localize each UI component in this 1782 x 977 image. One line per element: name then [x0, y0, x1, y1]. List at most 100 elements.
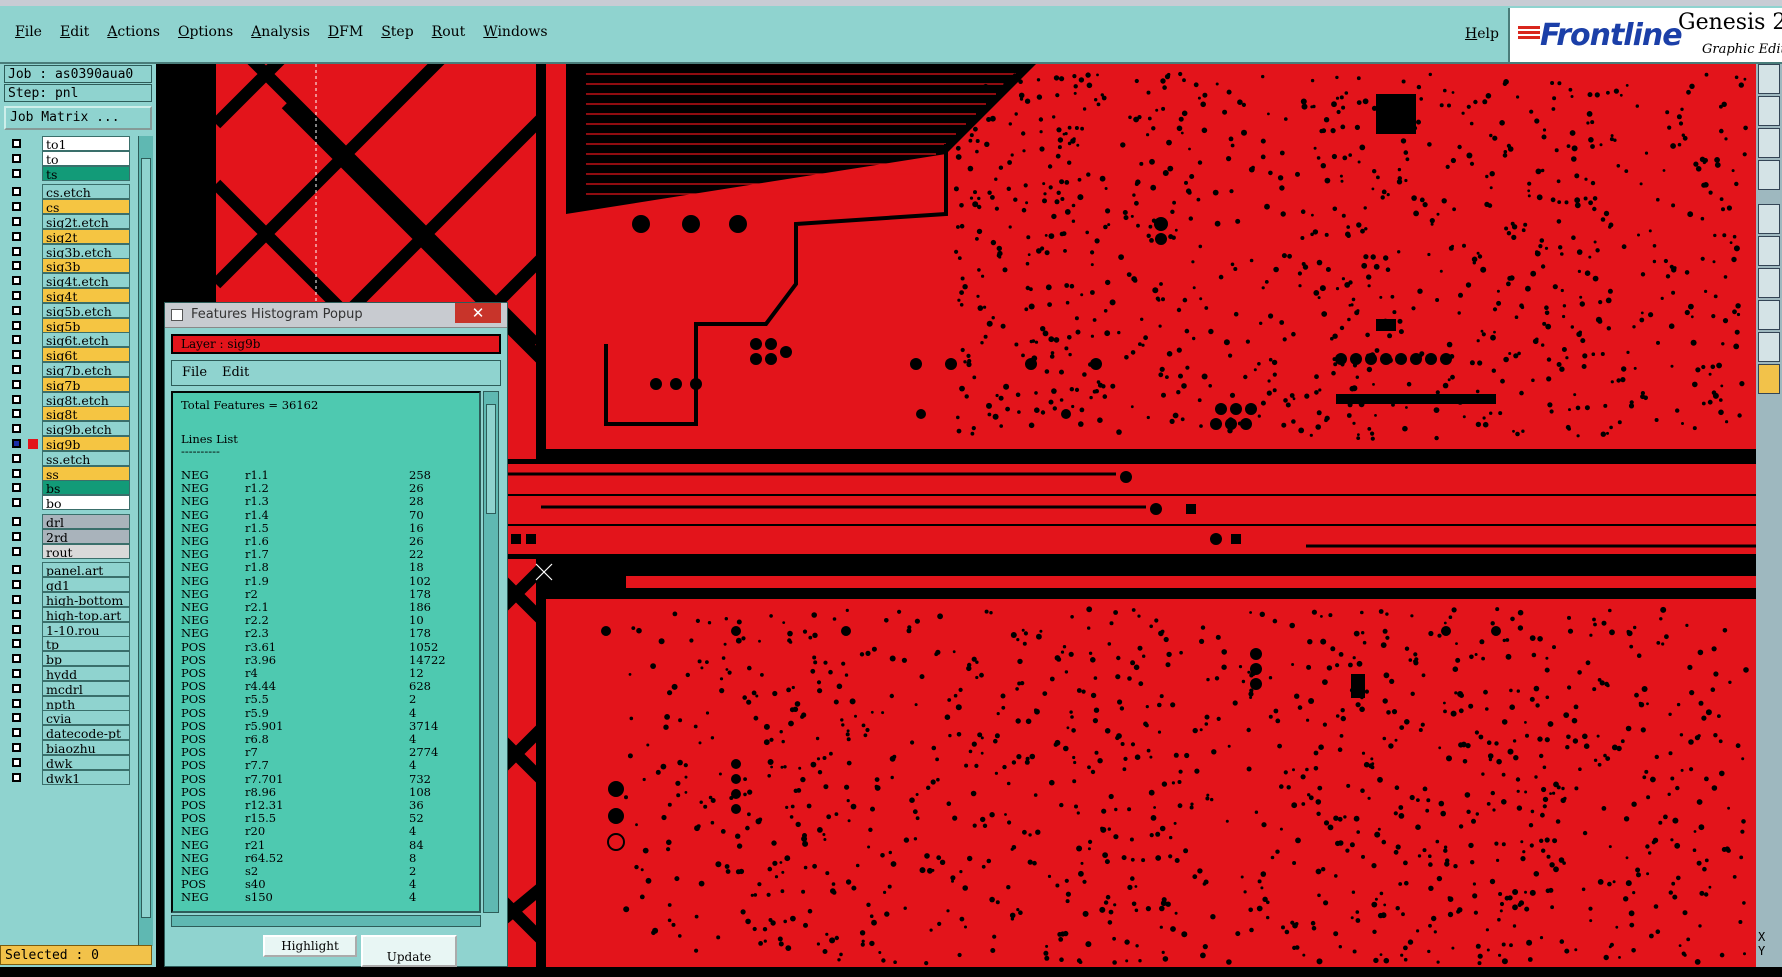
highlight-button[interactable]: Highlight [263, 935, 357, 957]
layer-row-tp[interactable]: tp [6, 636, 130, 652]
layer-checkbox[interactable] [12, 758, 21, 767]
menu-options[interactable]: Options [169, 22, 242, 42]
histogram-row[interactable]: NEG r1.6 26 [181, 535, 471, 548]
tool-button-7[interactable] [1758, 268, 1780, 298]
layer-checkbox[interactable] [12, 365, 21, 374]
histogram-row[interactable]: NEG r2.2 10 [181, 614, 471, 627]
layer-row-hydd[interactable]: hydd [6, 666, 130, 682]
histogram-row[interactable]: NEG r64.52 8 [181, 851, 471, 865]
layer-name[interactable]: panel.art [42, 562, 130, 577]
layer-row-drl[interactable]: drl [6, 514, 130, 530]
tool-button-3[interactable] [1758, 128, 1780, 158]
layer-row-high-top.art[interactable]: high-top.art [6, 607, 130, 623]
layer-name[interactable]: tp [42, 636, 130, 651]
layer-name[interactable]: rout [42, 544, 130, 559]
layer-checkbox[interactable] [12, 439, 21, 448]
layer-name[interactable]: drl [42, 514, 130, 529]
layer-checkbox[interactable] [12, 409, 21, 418]
layer-list-scrollbar[interactable] [138, 136, 153, 946]
scrollbar-thumb[interactable] [141, 158, 151, 918]
scrollbar-thumb[interactable] [486, 404, 496, 514]
histogram-row[interactable]: NEG r1.9 102 [181, 574, 471, 588]
histogram-row[interactable]: NEG r1.7 22 [181, 548, 471, 561]
tool-button-1[interactable] [1758, 64, 1780, 94]
layer-row-dwk[interactable]: dwk [6, 755, 130, 771]
layer-checkbox[interactable] [12, 625, 21, 634]
menu-help[interactable]: Help [1456, 24, 1508, 44]
histogram-row[interactable]: POS r4 12 [181, 667, 471, 680]
layer-checkbox[interactable] [12, 454, 21, 463]
histogram-row[interactable]: POS s40 4 [181, 878, 471, 891]
layer-row-to1[interactable]: to1 [6, 136, 130, 152]
menu-step[interactable]: Step [372, 22, 422, 42]
histogram-scrollbar[interactable] [483, 391, 499, 913]
popup-menu-edit[interactable]: Edit [222, 365, 249, 380]
layer-row-cs[interactable]: cs [6, 199, 130, 215]
layer-name[interactable]: sig3b [42, 258, 130, 273]
layer-row-sig3b[interactable]: sig3b [6, 258, 130, 274]
layer-checkbox[interactable] [12, 187, 21, 196]
layer-name[interactable]: bs [42, 480, 130, 495]
layer-checkbox[interactable] [12, 291, 21, 300]
layer-row-sig6t.etch[interactable]: sig6t.etch [6, 332, 130, 348]
layer-row-cvia[interactable]: cvia [6, 710, 130, 726]
layer-name[interactable]: sig2t.etch [42, 214, 130, 229]
menu-analysis[interactable]: Analysis [242, 22, 319, 42]
layer-name[interactable]: sig5b.etch [42, 303, 130, 318]
tool-button-8[interactable] [1758, 300, 1780, 330]
layer-row-sig2t.etch[interactable]: sig2t.etch [6, 214, 130, 230]
layer-row-sig7b[interactable]: sig7b [6, 377, 130, 393]
layer-row-bs[interactable]: bs [6, 480, 130, 496]
tool-button-2[interactable] [1758, 96, 1780, 126]
layer-name[interactable]: dwk1 [42, 770, 130, 785]
histogram-row[interactable]: POS r7 2774 [181, 746, 471, 759]
layer-row-rout[interactable]: rout [6, 544, 130, 560]
layer-checkbox[interactable] [12, 154, 21, 163]
tool-button-5[interactable] [1758, 204, 1780, 234]
layer-name[interactable]: sig7b [42, 377, 130, 392]
tool-button-6[interactable] [1758, 236, 1780, 266]
layer-checkbox[interactable] [12, 469, 21, 478]
layer-checkbox[interactable] [12, 595, 21, 604]
layer-name[interactable]: sig7b.etch [42, 362, 130, 377]
layer-name[interactable]: to [42, 151, 130, 166]
layer-name[interactable]: sig2t [42, 229, 130, 244]
menu-actions[interactable]: Actions [98, 22, 169, 42]
histogram-row[interactable]: NEG r2.1 186 [181, 601, 471, 614]
layer-row-sig2t[interactable]: sig2t [6, 229, 130, 245]
layer-name[interactable]: datecode-pt [42, 725, 130, 740]
layer-row-bp[interactable]: bp [6, 651, 130, 667]
layer-name[interactable]: to1 [42, 136, 130, 151]
layer-checkbox[interactable] [12, 247, 21, 256]
layer-name[interactable]: 1-10.rou [42, 622, 130, 637]
layer-row-cs.etch[interactable]: cs.etch [6, 184, 130, 200]
layer-name[interactable]: bo [42, 495, 130, 510]
layer-row-bo[interactable]: bo [6, 495, 130, 511]
layer-row-sig9b.etch[interactable]: sig9b.etch [6, 421, 130, 437]
layer-checkbox[interactable] [12, 699, 21, 708]
histogram-row[interactable]: POS r12.31 36 [181, 799, 471, 812]
histogram-row[interactable]: NEG s150 4 [181, 891, 471, 904]
layer-checkbox[interactable] [12, 743, 21, 752]
layer-row-ss.etch[interactable]: ss.etch [6, 451, 130, 467]
layer-checkbox[interactable] [12, 610, 21, 619]
layer-row-datecode-pt[interactable]: datecode-pt [6, 725, 130, 741]
histogram-row[interactable]: NEG r1.4 70 [181, 508, 471, 522]
layer-row-biaozhu[interactable]: biaozhu [6, 740, 130, 756]
layer-name[interactable]: sig6t.etch [42, 332, 130, 347]
histogram-row[interactable]: NEG r1.3 28 [181, 495, 471, 508]
histogram-row[interactable]: POS r6.8 4 [181, 733, 471, 746]
layer-row-gd1[interactable]: gd1 [6, 577, 130, 593]
layer-name[interactable]: sig3b.etch [42, 244, 130, 259]
layer-checkbox[interactable] [12, 261, 21, 270]
menu-file[interactable]: File [6, 22, 51, 42]
layer-name[interactable]: cvia [42, 710, 130, 725]
histogram-row[interactable]: NEG r1.8 18 [181, 561, 471, 574]
layer-row-sig7b.etch[interactable]: sig7b.etch [6, 362, 130, 378]
layer-checkbox[interactable] [12, 395, 21, 404]
popup-titlebar[interactable]: Features Histogram Popup ✕ [165, 303, 507, 328]
histogram-row[interactable]: NEG s2 2 [181, 865, 471, 878]
update-button[interactable]: Update [361, 935, 457, 967]
layer-checkbox[interactable] [12, 217, 21, 226]
layer-name[interactable]: gd1 [42, 577, 130, 592]
